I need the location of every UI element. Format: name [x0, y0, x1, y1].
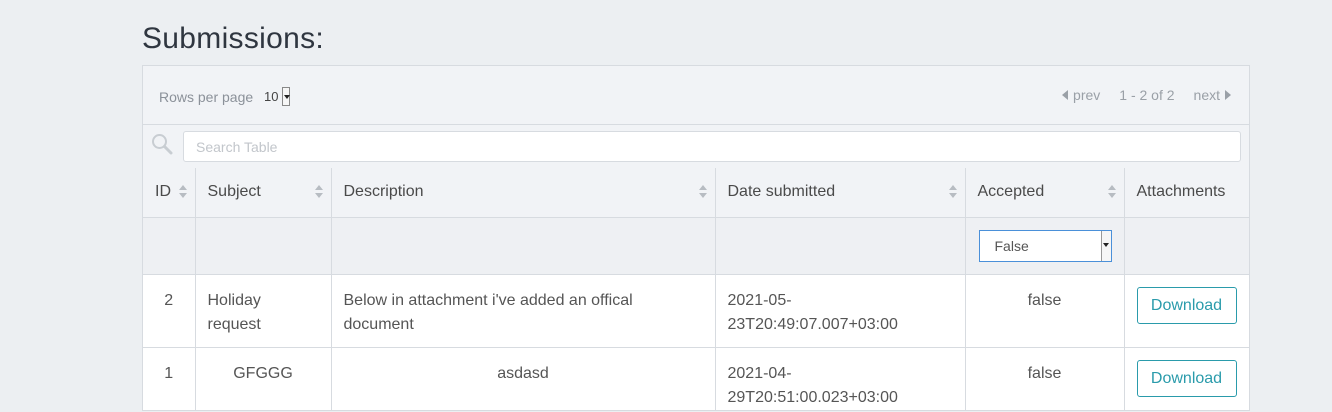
accepted-filter-value: False	[994, 237, 1029, 254]
download-button[interactable]: Download	[1136, 359, 1237, 397]
cell-accepted: false	[965, 347, 1125, 410]
cell-id: 1	[143, 347, 196, 410]
filter-cell	[1124, 217, 1249, 275]
sort-icon	[314, 185, 323, 199]
prev-page-label: prev	[1073, 87, 1101, 103]
column-header-label: Subject	[207, 183, 261, 201]
filter-cell	[143, 217, 196, 275]
column-header-date-submitted[interactable]: Date submitted	[715, 168, 966, 218]
sort-icon	[948, 185, 957, 199]
column-header-label: Date submitted	[727, 183, 836, 201]
filter-cell: False	[965, 217, 1125, 275]
caret-right-icon	[1225, 90, 1231, 100]
search-bar	[143, 125, 1249, 169]
column-header-id[interactable]: ID	[143, 168, 196, 218]
sort-icon	[698, 185, 707, 199]
column-header-attachments: Attachments	[1124, 168, 1249, 218]
accepted-filter-select[interactable]: False	[978, 229, 1112, 262]
cell-description: asdasd	[331, 347, 716, 410]
cell-subject: Holiday request	[195, 274, 332, 348]
caret-left-icon	[1062, 90, 1069, 100]
filter-cell	[195, 217, 332, 275]
prev-page-button[interactable]: prev	[1062, 87, 1100, 103]
cell-attachments: Download	[1124, 347, 1249, 410]
column-header-subject[interactable]: Subject	[195, 168, 332, 218]
column-header-label: ID	[155, 183, 171, 201]
next-page-label: next	[1193, 87, 1220, 103]
table-footer-bar: Rows per page 10 prev 1 - 2 of 2 next	[143, 66, 1249, 125]
table-row: 1 GFGGG asdasd 2021-04-29T20:51:00.023+0…	[143, 347, 1249, 410]
cell-date-submitted: 2021-04-29T20:51:00.023+03:00	[715, 347, 966, 410]
header-row: ID Subject Description Date submitted Ac…	[143, 168, 1249, 218]
search-icon	[152, 134, 173, 155]
filter-row: False	[143, 217, 1249, 275]
cell-accepted: false	[965, 274, 1125, 348]
rows-per-page-label: Rows per page	[159, 89, 254, 105]
column-header-label: Accepted	[977, 183, 1045, 201]
pagination: prev 1 - 2 of 2 next	[1062, 87, 1231, 103]
filter-cell	[715, 217, 966, 275]
sort-icon	[1107, 185, 1116, 199]
download-button[interactable]: Download	[1136, 286, 1237, 324]
column-header-label: Description	[343, 183, 424, 201]
page-title: Submissions:	[142, 22, 325, 55]
submissions-table-card: Rows per page 10 prev 1 - 2 of 2 next Se…	[142, 65, 1250, 411]
chevron-down-icon	[1100, 230, 1111, 261]
column-header-accepted[interactable]: Accepted	[965, 168, 1125, 218]
column-header-description[interactable]: Description	[331, 168, 716, 218]
rows-per-page-select[interactable]: 10	[264, 86, 291, 107]
rows-per-page-value: 10	[264, 89, 279, 104]
search-input[interactable]	[183, 131, 1241, 162]
column-header-label: Attachments	[1136, 183, 1226, 201]
cell-subject: GFGGG	[195, 347, 332, 410]
sort-icon	[178, 185, 187, 199]
table-row: 2 Holiday request Below in attachment i'…	[143, 274, 1249, 348]
cell-id: 2	[143, 274, 196, 348]
chevron-down-icon	[282, 87, 291, 106]
cell-attachments: Download	[1124, 274, 1249, 348]
cell-description: Below in attachment i've added an offica…	[331, 274, 716, 348]
cell-date-submitted: 2021-05-23T20:49:07.007+03:00	[715, 274, 966, 348]
page-info: 1 - 2 of 2	[1119, 87, 1175, 103]
submissions-table: ID Subject Description Date submitted Ac…	[143, 168, 1249, 410]
filter-cell	[331, 217, 716, 275]
next-page-button[interactable]: next	[1194, 87, 1231, 103]
